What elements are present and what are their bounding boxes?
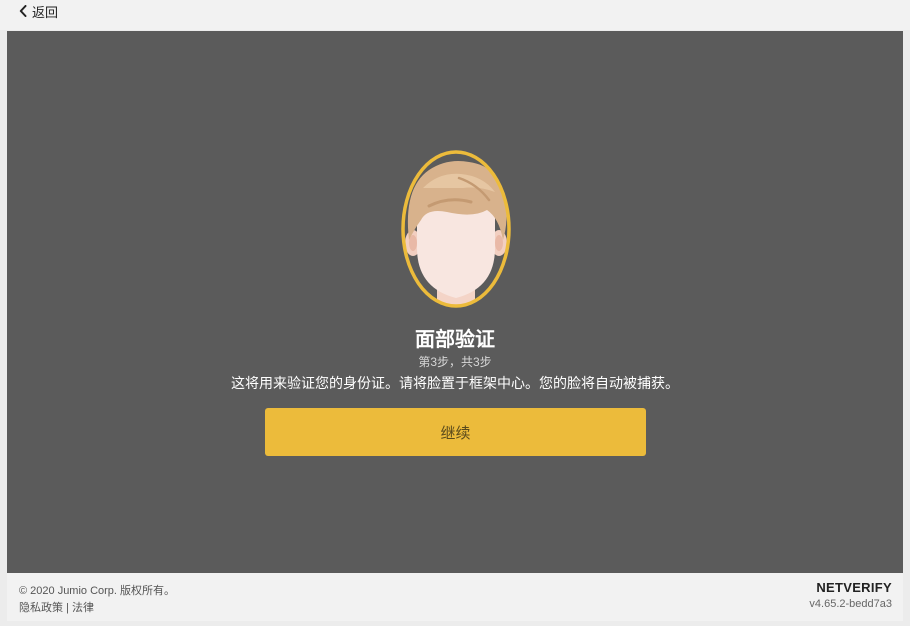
step-indicator: 第3步，共3步 [418, 355, 492, 369]
back-label: 返回 [32, 4, 59, 20]
top-bar: 返回 [0, 0, 910, 30]
back-button[interactable]: 返回 [19, 2, 58, 21]
continue-label: 继续 [440, 424, 471, 442]
copyright-text: © 2020 Jumio Corp. 版权所有。 [19, 585, 176, 597]
page-title: 面部验证 [415, 329, 495, 351]
privacy-policy-link[interactable]: 隐私政策 [19, 602, 63, 614]
legal-link[interactable]: 法律 [72, 602, 94, 614]
link-separator: | [66, 602, 69, 614]
bottom-strip [0, 621, 910, 626]
footer: © 2020 Jumio Corp. 版权所有。 隐私政策 | 法律 NETVE… [7, 573, 903, 621]
brand-logo: NETVERIFY [816, 580, 892, 595]
face-verification-panel: 面部验证 第3步，共3步 这将用来验证您的身份证。请将脸置于框架中心。您的脸将自… [7, 31, 903, 573]
face-frame-illustration [399, 148, 513, 310]
chevron-left-icon [19, 5, 27, 17]
legal-links: 隐私政策 | 法律 [19, 599, 94, 615]
continue-button[interactable]: 继续 [265, 408, 646, 456]
version-text: v4.65.2-bedd7a3 [809, 598, 892, 610]
instruction-text: 这将用来验证您的身份证。请将脸置于框架中心。您的脸将自动被捕获。 [231, 375, 679, 391]
